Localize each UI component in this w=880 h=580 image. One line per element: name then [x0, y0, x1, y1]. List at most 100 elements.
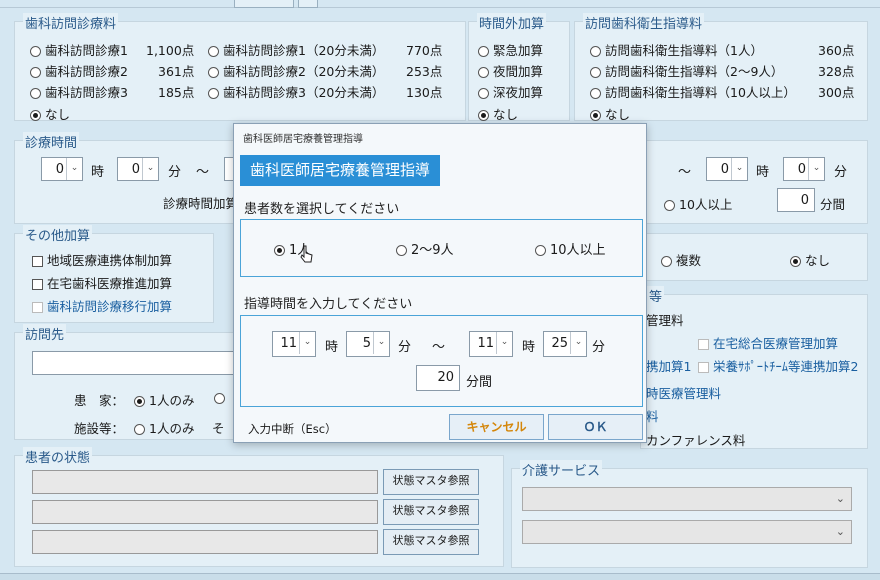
- hygiene-opt-2[interactable]: 訪問歯科衛生指導料（2〜9人）: [590, 61, 783, 80]
- right-multi-opt[interactable]: 複数: [661, 250, 701, 269]
- patient-state-input-2[interactable]: [32, 500, 378, 524]
- visit-fee-opt-1[interactable]: 歯科訪問診療1: [30, 40, 128, 59]
- radio-icon[interactable]: [208, 88, 219, 99]
- guidance-end-hour[interactable]: 11 ⌄: [469, 331, 513, 357]
- chevron-down-icon[interactable]: ⌄: [570, 332, 586, 354]
- right-mgmt-cb1[interactable]: 在宅総合医療管理加算: [698, 333, 838, 352]
- care-service-select-2[interactable]: ⌄: [522, 520, 852, 544]
- consult-tilde: 〜: [196, 165, 210, 180]
- chevron-down-icon[interactable]: ⌄: [836, 492, 845, 505]
- consult-start-min[interactable]: 0 ⌄: [117, 157, 159, 181]
- checkbox-icon[interactable]: [32, 256, 43, 267]
- radio-icon[interactable]: [664, 200, 675, 211]
- radio-icon[interactable]: [208, 67, 219, 78]
- visit-fee-20-opt-2[interactable]: 歯科訪問診療2（20分未満）: [208, 61, 384, 80]
- guidance-start-hour[interactable]: 11 ⌄: [272, 331, 316, 357]
- care-service-select-1[interactable]: ⌄: [522, 487, 852, 511]
- radio-icon[interactable]: [30, 67, 41, 78]
- chevron-down-icon[interactable]: ⌄: [808, 158, 824, 180]
- chevron-down-icon[interactable]: ⌄: [731, 158, 747, 180]
- other-add-item-2[interactable]: 在宅歯科医療推進加算: [32, 273, 172, 292]
- guidance-tilde: 〜: [432, 340, 446, 355]
- radio-icon[interactable]: [478, 67, 489, 78]
- radio-icon[interactable]: [478, 46, 489, 57]
- guidance-start-min-unit: 分: [398, 340, 412, 355]
- radio-icon[interactable]: [396, 245, 407, 256]
- top-tab-fragment-1[interactable]: [234, 0, 294, 8]
- guidance-end-min[interactable]: 25 ⌄: [543, 331, 587, 357]
- checkbox-icon[interactable]: [32, 302, 43, 313]
- consult-end-min[interactable]: 0 ⌄: [783, 157, 825, 181]
- consult-end-hour[interactable]: 0 ⌄: [706, 157, 748, 181]
- ok-button[interactable]: ＯＫ: [548, 414, 643, 440]
- consult-ten-plus-opt[interactable]: 10人以上: [664, 194, 732, 213]
- other-add-item-1[interactable]: 地域医療連携体制加算: [32, 250, 172, 269]
- overtime-opt-latenight[interactable]: 深夜加算: [478, 82, 543, 101]
- cancel-button[interactable]: キャンセル: [449, 414, 544, 440]
- chevron-down-icon[interactable]: ⌄: [299, 332, 315, 354]
- patient-state-input-1[interactable]: [32, 470, 378, 494]
- radio-icon[interactable]: [535, 245, 546, 256]
- right-mgmt-cb2[interactable]: 栄養ｻﾎﾟｰﾄﾁｰﾑ等連携加算2: [698, 356, 858, 375]
- consult-right-tilde: 〜: [678, 165, 692, 180]
- overtime-opt-emergency[interactable]: 緊急加算: [478, 40, 543, 59]
- checkbox-icon[interactable]: [698, 362, 709, 373]
- overtime-opt-none[interactable]: なし: [478, 104, 518, 123]
- state-master-button-3[interactable]: 状態マスタ参照: [383, 529, 479, 555]
- consult-start-hour[interactable]: 0 ⌄: [41, 157, 83, 181]
- visit-dest-facility-opt[interactable]: 1人のみ: [134, 418, 194, 437]
- radio-icon[interactable]: [590, 110, 601, 121]
- visit-fee-20-opt-1[interactable]: 歯科訪問診療1（20分未満）: [208, 40, 384, 59]
- count-opt-2-9[interactable]: 2〜9人: [396, 239, 454, 258]
- hygiene-opt-3-pts: 300点: [818, 85, 855, 100]
- radio-icon[interactable]: [30, 110, 41, 121]
- radio-icon[interactable]: [478, 110, 489, 121]
- guidance-duration-input[interactable]: 20: [416, 365, 460, 391]
- top-tab-fragment-2[interactable]: [298, 0, 318, 8]
- chevron-down-icon[interactable]: ⌄: [66, 158, 82, 180]
- radio-icon[interactable]: [590, 46, 601, 57]
- radio-icon[interactable]: [134, 396, 145, 407]
- checkbox-icon[interactable]: [698, 339, 709, 350]
- hygiene-opt-none[interactable]: なし: [590, 104, 630, 123]
- state-master-button-2[interactable]: 状態マスタ参照: [383, 499, 479, 525]
- radio-icon[interactable]: [274, 245, 285, 256]
- radio-icon[interactable]: [30, 46, 41, 57]
- radio-icon[interactable]: [134, 424, 145, 435]
- right-none-opt[interactable]: なし: [790, 250, 830, 269]
- guidance-start-min[interactable]: 5 ⌄: [346, 331, 390, 357]
- consult-time-legend: 診療時間: [23, 132, 80, 151]
- guidance-time-prompt: 指導時間を入力してください: [244, 297, 413, 312]
- dialog-heading: 歯科医師居宅療養管理指導: [240, 155, 441, 186]
- chevron-down-icon[interactable]: ⌄: [373, 332, 389, 354]
- visit-fee-opt-none[interactable]: なし: [30, 104, 70, 123]
- overtime-opt-night[interactable]: 夜間加算: [478, 61, 543, 80]
- visit-fee-20-opt-1-pts: 770点: [406, 43, 443, 58]
- radio-icon[interactable]: [661, 256, 672, 267]
- radio-icon[interactable]: [478, 88, 489, 99]
- radio-icon[interactable]: [590, 67, 601, 78]
- state-master-button-1[interactable]: 状態マスタ参照: [383, 469, 479, 495]
- hygiene-opt-3[interactable]: 訪問歯科衛生指導料（10人以上）: [590, 82, 796, 101]
- visit-dest-patient-opt2[interactable]: [214, 390, 229, 405]
- visit-dest-input[interactable]: [32, 351, 236, 375]
- visit-dest-patient-opt[interactable]: 1人のみ: [134, 390, 194, 409]
- radio-icon[interactable]: [590, 88, 601, 99]
- visit-fee-20-opt-3[interactable]: 歯科訪問診療3（20分未満）: [208, 82, 384, 101]
- top-toolbar-strip: [0, 0, 880, 8]
- radio-icon[interactable]: [214, 393, 225, 404]
- visit-fee-opt-3[interactable]: 歯科訪問診療3: [30, 82, 128, 101]
- other-add-item-3[interactable]: 歯科訪問診療移行加算: [32, 296, 172, 315]
- chevron-down-icon[interactable]: ⌄: [836, 525, 845, 538]
- consult-minutes-input[interactable]: 0: [777, 188, 815, 212]
- radio-icon[interactable]: [790, 256, 801, 267]
- radio-icon[interactable]: [30, 88, 41, 99]
- count-opt-10plus[interactable]: 10人以上: [535, 239, 606, 258]
- radio-icon[interactable]: [208, 46, 219, 57]
- visit-fee-opt-2[interactable]: 歯科訪問診療2: [30, 61, 128, 80]
- chevron-down-icon[interactable]: ⌄: [142, 158, 158, 180]
- hygiene-opt-1[interactable]: 訪問歯科衛生指導料（1人）: [590, 40, 763, 59]
- checkbox-icon[interactable]: [32, 279, 43, 290]
- chevron-down-icon[interactable]: ⌄: [496, 332, 512, 354]
- patient-state-input-3[interactable]: [32, 530, 378, 554]
